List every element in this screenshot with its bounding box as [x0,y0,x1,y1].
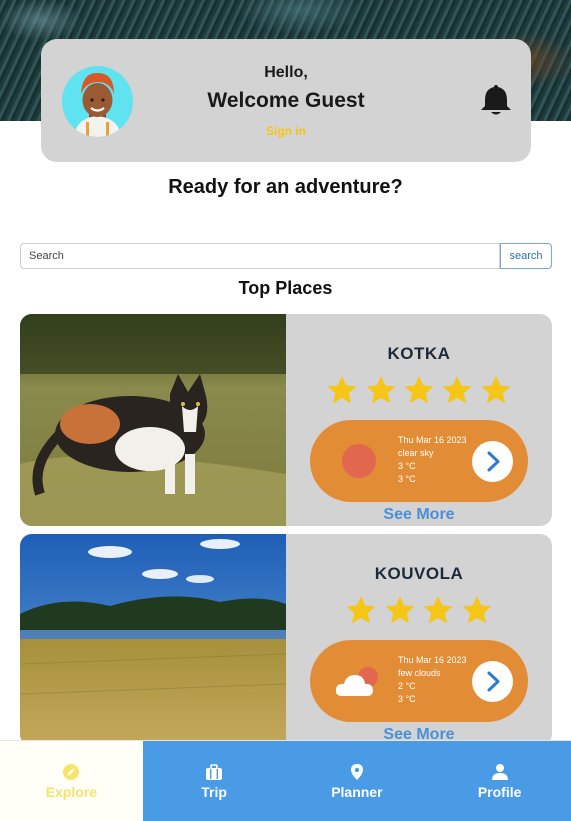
star-icon [385,596,415,624]
bell-icon[interactable] [480,83,512,117]
nav-label: Planner [331,783,383,800]
weather-date: Thu Mar 16 2023 [398,655,467,665]
chevron-right-icon [487,671,500,692]
star-icon [462,596,492,624]
compass-icon [63,763,80,780]
nav-label: Explore [45,783,98,800]
rating-stars [286,594,552,631]
nav-label: Trip [201,783,227,800]
bottom-navigation: Explore Trip Planner Profile [0,740,571,821]
place-image-lake [20,534,287,746]
weather-temp: 3 °C [398,694,416,704]
see-more-link[interactable]: See More [286,506,552,524]
weather-info: Thu Mar 16 2023 few clouds 2 °C 3 °C [398,654,467,706]
weather-date: Thu Mar 16 2023 [398,435,467,445]
star-icon [346,596,376,624]
welcome-title: Welcome Guest [207,89,365,112]
nav-tab-explore[interactable]: Explore [0,741,143,821]
open-place-button[interactable] [472,441,513,482]
sign-in-link[interactable]: Sign in [41,124,531,138]
weather-panel: Thu Mar 16 2023 clear sky 3 °C 3 °C [310,420,528,502]
nav-tab-trip[interactable]: Trip [142,741,286,821]
briefcase-icon [206,763,223,780]
hello-text: Hello, [264,64,308,81]
star-icon [366,376,395,404]
rating-stars [286,374,552,411]
cloud-sun-icon [332,660,386,702]
weather-temp: 2 °C [398,681,416,691]
sun-icon [332,440,386,482]
star-icon [481,376,511,404]
weather-description: clear sky [398,448,434,458]
star-icon [443,376,472,404]
nav-tab-planner[interactable]: Planner [285,741,429,821]
weather-temp: 3 °C [398,474,416,484]
page-headline: Ready for an adventure? [168,176,403,198]
nav-tab-profile[interactable]: Profile [428,741,571,821]
weather-description: few clouds [398,668,441,678]
section-title: Top Places [238,278,333,298]
star-icon [404,376,434,404]
search-input[interactable] [20,243,500,269]
star-icon [423,596,453,624]
place-card-kotka: KOTKA Thu Mar 16 2023 clear sky 3 °C 3 °… [20,314,552,526]
weather-temp: 3 °C [398,461,416,471]
place-image-cat [20,314,286,526]
place-name: KOTKA [387,344,451,363]
nav-label: Profile [477,783,522,800]
map-pin-icon [350,763,363,780]
user-icon [491,763,508,780]
place-name: KOUVOLA [374,564,464,583]
greeting-card: Hello, Welcome Guest Sign in [41,39,531,162]
search-button[interactable]: search [500,243,552,269]
place-card-kouvola: KOUVOLA Thu Mar 16 2023 few clouds 2 °C … [20,534,552,746]
chevron-right-icon [487,451,500,472]
weather-info: Thu Mar 16 2023 clear sky 3 °C 3 °C [398,434,467,486]
weather-panel: Thu Mar 16 2023 few clouds 2 °C 3 °C [310,640,528,722]
open-place-button[interactable] [472,661,513,702]
star-icon [327,376,357,404]
